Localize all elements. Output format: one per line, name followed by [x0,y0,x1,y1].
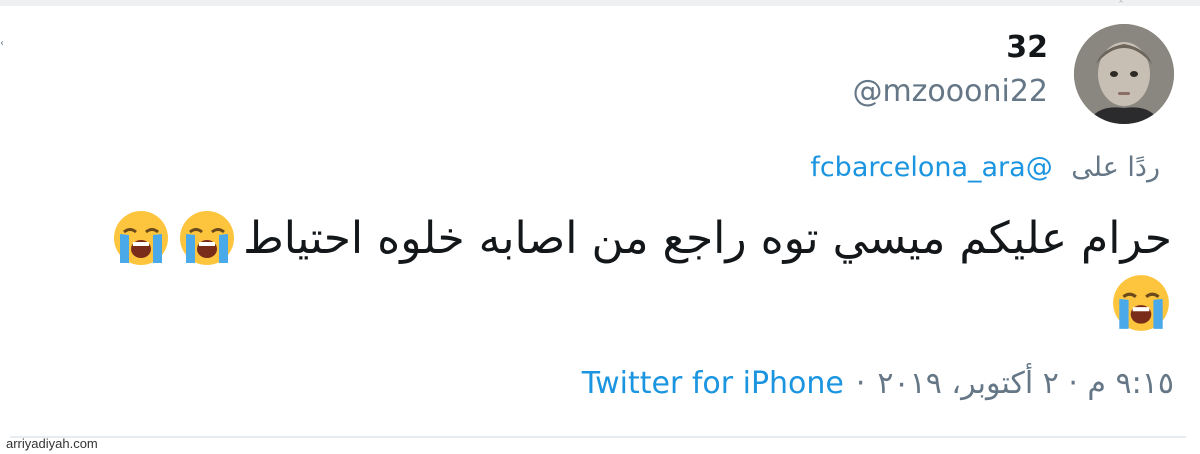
display-name[interactable]: 32 [1006,30,1048,65]
reply-prefix: ردًا على [1071,152,1160,183]
user-handle[interactable]: @mzoooni22 [852,74,1048,109]
tweet-text: حرام عليكم ميسي توه راجع من اصابه خلوه ا… [243,212,1172,264]
tweet-body-line2 [1110,272,1172,338]
loudly-crying-face-icon [177,208,237,268]
tweet-timestamp[interactable]: ٩:١٥ م · ٢ أكتوبر، ٢٠١٩ [877,366,1174,401]
loudly-crying-face-icon [111,208,171,268]
reply-target-link[interactable]: fcbarcelona_ara@ [810,152,1052,183]
divider [10,436,1186,438]
source-link[interactable]: Twitter for iPhone [582,366,844,401]
chevron-left-icon: ‹ [0,38,4,49]
avatar-photo-icon [1074,24,1174,124]
top-border [0,0,1200,6]
avatar[interactable] [1074,24,1174,124]
watermark: arriyadiyah.com [6,436,98,451]
reply-context: fcbarcelona_ara@ ردًا على [810,152,1160,183]
tweet-body: حرام عليكم ميسي توه راجع من اصابه خلوه ا… [111,208,1172,268]
caret-icon: ˆ [1118,0,1124,13]
tweet-meta: Twitter for iPhone · ٩:١٥ م · ٢ أكتوبر، ٢٠… [582,366,1174,401]
meta-separator: · [855,366,866,401]
loudly-crying-face-icon [1110,272,1172,334]
